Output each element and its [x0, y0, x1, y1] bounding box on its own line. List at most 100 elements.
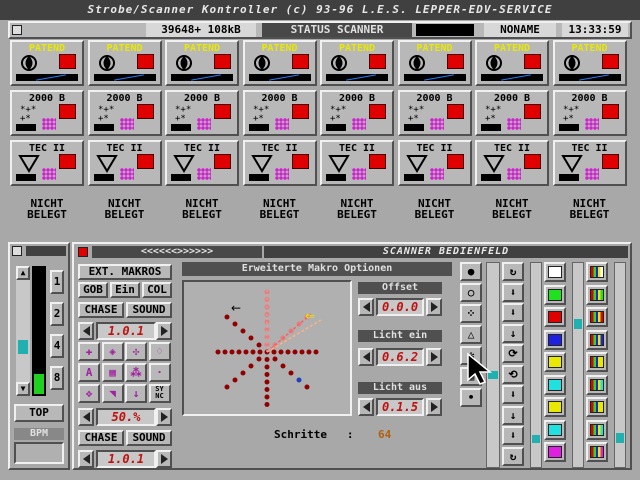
ein-button[interactable]: Ein: [110, 282, 140, 298]
dots-icon[interactable]: ⁂: [125, 363, 147, 382]
intensity-slider[interactable]: [481, 74, 543, 81]
indicator-lamp[interactable]: [291, 154, 309, 169]
color-scroll-thumb-1[interactable]: [574, 319, 582, 329]
intensity-slider[interactable]: [403, 174, 424, 181]
intensity-slider[interactable]: [171, 174, 191, 181]
device-tile[interactable]: TEC II: [10, 140, 84, 186]
path-point[interactable]: [256, 356, 262, 362]
device-tile[interactable]: TEC II: [552, 140, 627, 186]
indicator-lamp[interactable]: [524, 154, 541, 169]
cycle-icon[interactable]: ⟳: [502, 344, 524, 363]
intensity-slider[interactable]: [248, 174, 269, 181]
movement-pattern[interactable]: ←⇐: [184, 282, 350, 414]
device-tile[interactable]: 2000 B *+* +*: [87, 90, 162, 136]
device-tile[interactable]: 2000 B *+* +*: [397, 90, 472, 136]
path-point[interactable]: [264, 394, 270, 400]
path-point[interactable]: [257, 349, 263, 355]
device-tile[interactable]: TEC II: [165, 140, 239, 186]
path-point[interactable]: [285, 349, 291, 355]
indicator-lamp[interactable]: [601, 104, 619, 119]
indicator-lamp[interactable]: [214, 154, 231, 169]
path-point[interactable]: [236, 349, 242, 355]
path-point[interactable]: [264, 364, 270, 370]
color-swatch-button[interactable]: [586, 262, 608, 282]
sound-button[interactable]: SOUND: [126, 302, 172, 318]
dot-icon[interactable]: ·: [148, 363, 171, 382]
device-tile[interactable]: PATEND: [10, 40, 84, 86]
path-point[interactable]: [240, 328, 246, 334]
intensity-slider[interactable]: [326, 74, 388, 81]
intensity-slider[interactable]: [16, 124, 36, 131]
path-point[interactable]: [271, 349, 277, 355]
intensity-slider[interactable]: [171, 74, 233, 81]
color-swatch-button[interactable]: [586, 284, 608, 305]
path-point[interactable]: [264, 402, 270, 407]
indicator-lamp[interactable]: [291, 104, 309, 119]
indicator-lamp[interactable]: [524, 104, 541, 119]
device-tile[interactable]: 2000 B *+* +*: [242, 90, 317, 136]
corner-icon[interactable]: ◥: [101, 384, 124, 403]
indicator-lamp[interactable]: [59, 104, 76, 119]
indicator-lamp[interactable]: [601, 54, 619, 69]
path-point[interactable]: [250, 349, 256, 355]
color-swatch-button[interactable]: [544, 329, 566, 350]
device-tile[interactable]: PATEND: [165, 40, 239, 86]
device-tile[interactable]: PATEND: [397, 40, 472, 86]
channel-1-button[interactable]: 1: [50, 270, 64, 294]
path-point[interactable]: [278, 349, 284, 355]
chase-button[interactable]: CHASE: [78, 302, 124, 318]
diamond-grid-icon[interactable]: ◈: [101, 342, 124, 361]
path-point[interactable]: [306, 349, 312, 355]
device-tile[interactable]: TEC II: [475, 140, 549, 186]
gob-button[interactable]: GOB: [78, 282, 108, 298]
path-point[interactable]: [243, 349, 249, 355]
path-point[interactable]: [240, 370, 246, 376]
letter-a-icon[interactable]: A: [78, 363, 100, 382]
indicator-lamp[interactable]: [59, 54, 76, 69]
path-point[interactable]: [229, 349, 235, 355]
color-scrollbar-2[interactable]: [614, 262, 626, 468]
path-point[interactable]: [272, 356, 278, 362]
path-point[interactable]: [296, 377, 302, 383]
sync-icon[interactable]: SY NC: [148, 384, 171, 403]
down-arrow-icon[interactable]: ↓: [502, 405, 524, 425]
path-point[interactable]: [248, 363, 254, 369]
indicator-lamp[interactable]: [369, 104, 386, 119]
path-point[interactable]: [304, 384, 310, 390]
device-tile[interactable]: TEC II: [397, 140, 472, 186]
path-point[interactable]: [222, 349, 228, 355]
filled-circle-icon[interactable]: ●: [460, 262, 482, 281]
indicator-lamp[interactable]: [369, 154, 386, 169]
down-arrow-icon[interactable]: ↓: [502, 323, 524, 343]
path-point[interactable]: [280, 363, 286, 369]
color-swatch-button[interactable]: [586, 397, 608, 417]
intensity-slider[interactable]: [558, 74, 621, 81]
path-point[interactable]: [264, 379, 270, 385]
path-point[interactable]: [256, 342, 262, 348]
path-point[interactable]: [299, 349, 305, 355]
intensity-slider[interactable]: [326, 174, 346, 181]
rotate-icon[interactable]: ↻: [502, 262, 524, 281]
path-point[interactable]: [232, 321, 238, 327]
color-scrollbar-1[interactable]: [572, 262, 584, 468]
path-point[interactable]: [248, 335, 254, 341]
path-point[interactable]: [288, 370, 294, 376]
indicator-lamp[interactable]: [601, 154, 619, 169]
color-swatch-button[interactable]: [544, 352, 566, 372]
menu-box[interactable]: [12, 25, 22, 35]
licht-ein-increment[interactable]: [426, 348, 442, 366]
licht-aus-increment[interactable]: [426, 398, 442, 416]
val1-decrement[interactable]: [78, 322, 94, 340]
color-swatch-button[interactable]: [544, 374, 566, 395]
color-swatch-button[interactable]: [544, 419, 566, 440]
intensity-slider[interactable]: [403, 74, 466, 81]
color-swatch-button[interactable]: [586, 419, 608, 440]
intensity-slider[interactable]: [93, 174, 114, 181]
rotate-icon[interactable]: ↻: [502, 446, 524, 466]
indicator-lamp[interactable]: [291, 54, 309, 69]
percent-increment[interactable]: [156, 408, 172, 426]
intensity-slider[interactable]: [171, 124, 191, 131]
device-tile[interactable]: TEC II: [242, 140, 317, 186]
scroll-thumb[interactable]: [18, 340, 28, 354]
down-arrow-icon[interactable]: ↓: [125, 384, 147, 403]
